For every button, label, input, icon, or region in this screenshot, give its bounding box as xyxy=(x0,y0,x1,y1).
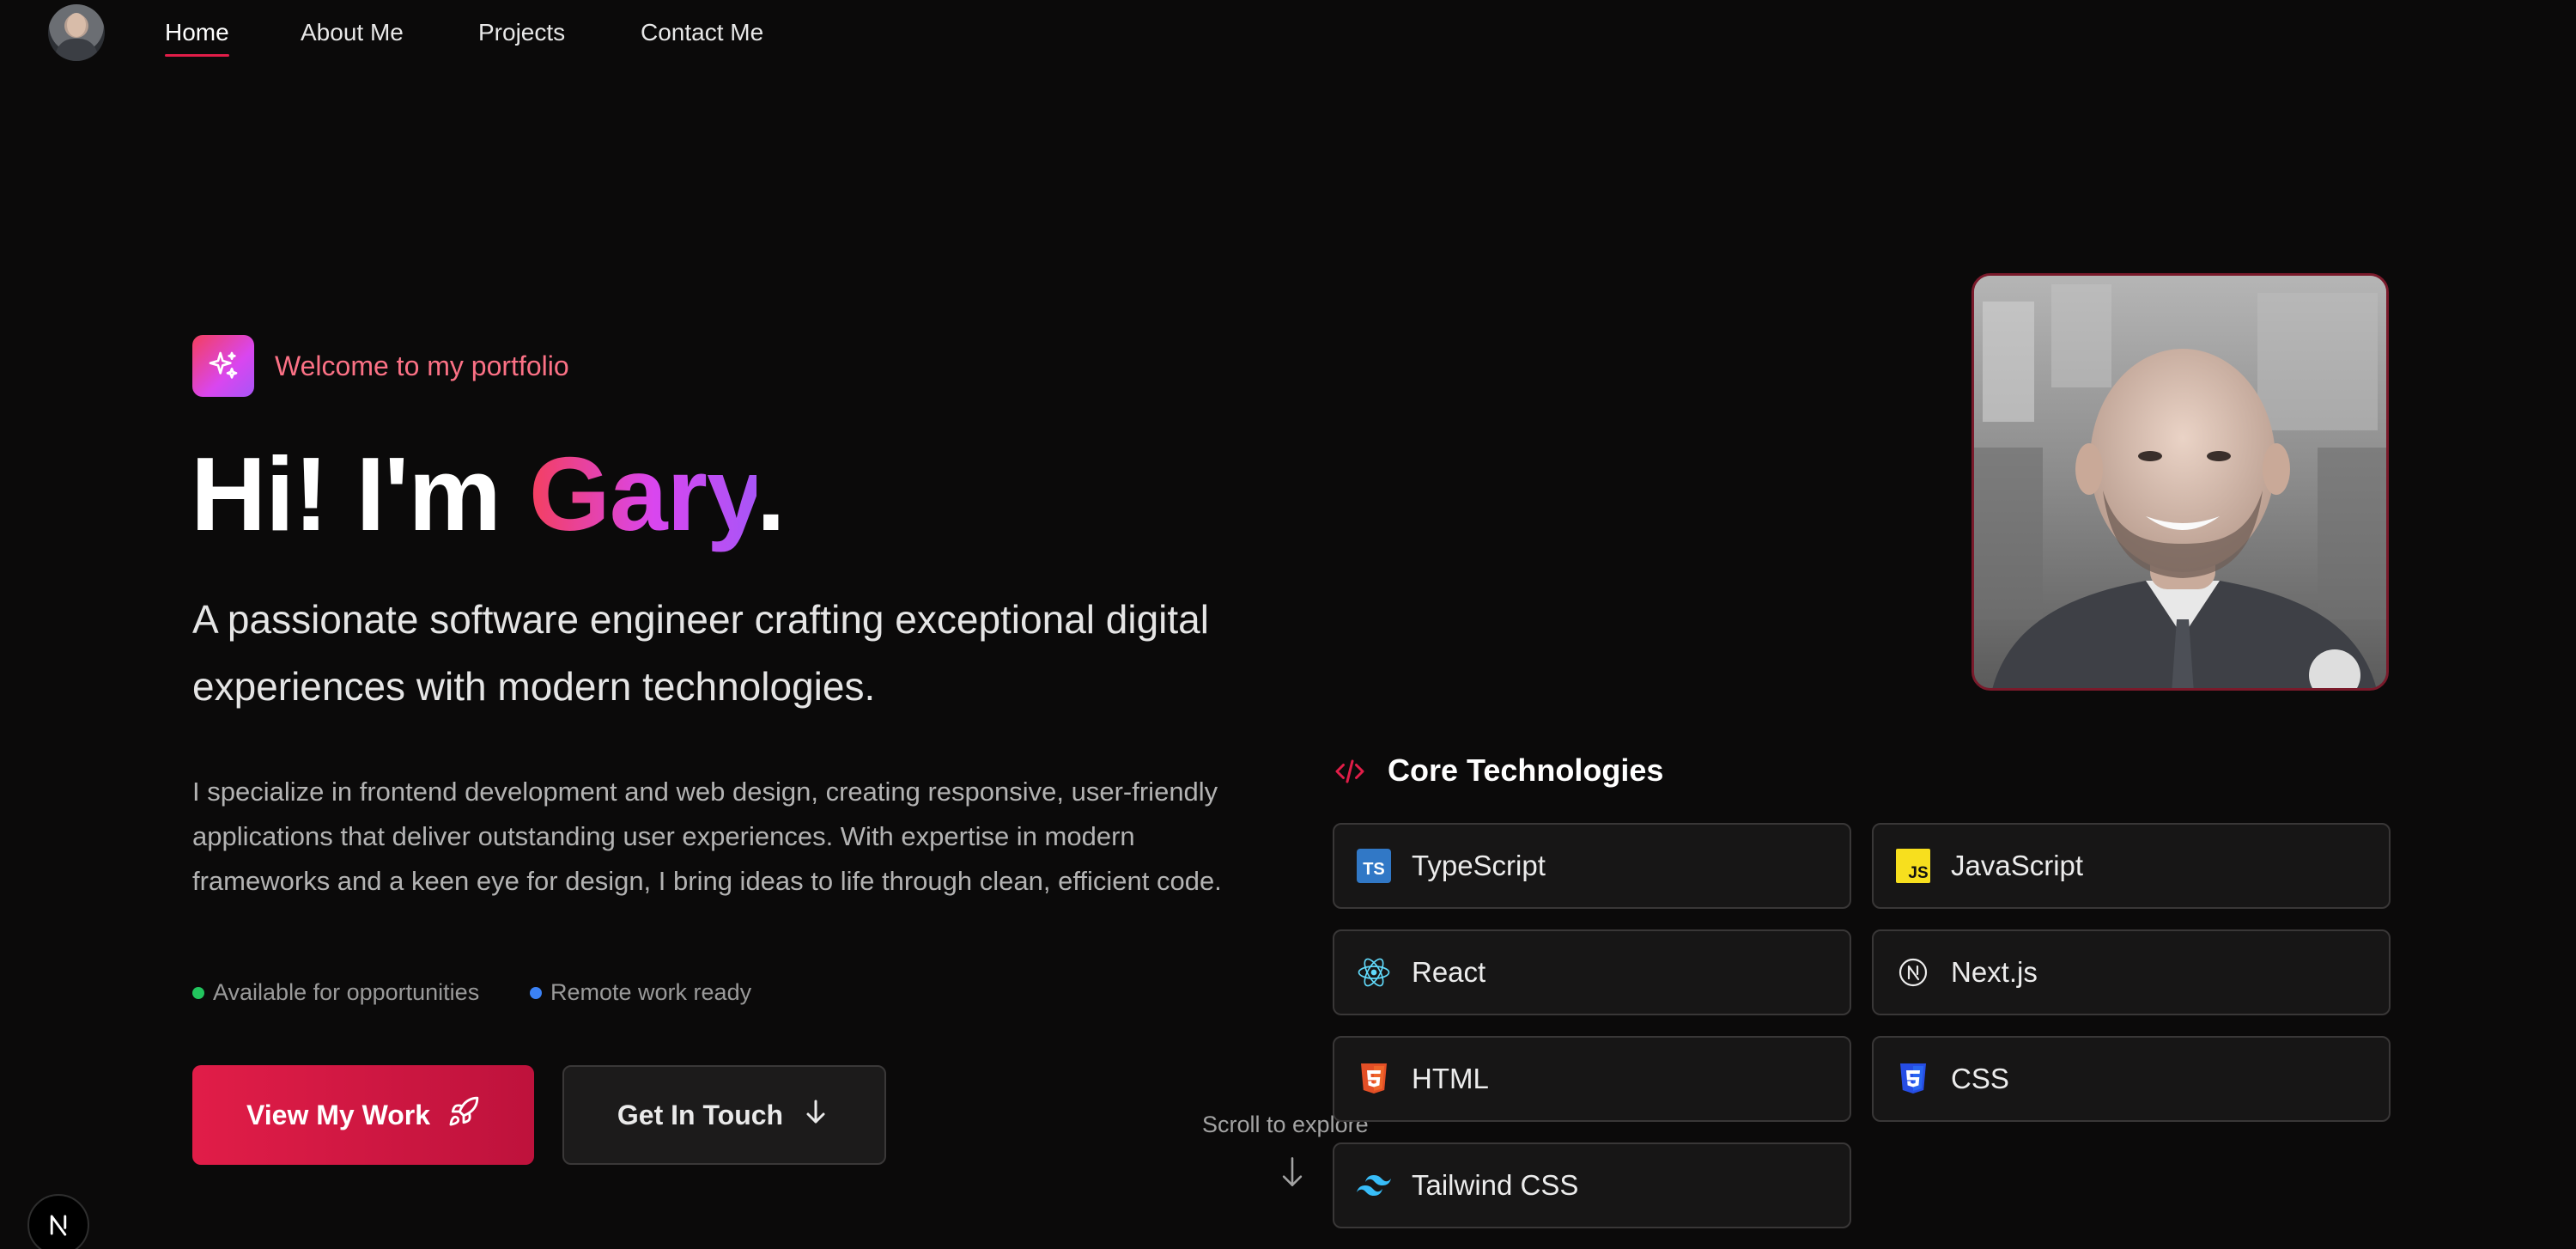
tech-card-html[interactable]: HTML xyxy=(1333,1036,1851,1122)
nextjs-icon xyxy=(1896,955,1930,990)
html5-icon xyxy=(1357,1062,1391,1096)
javascript-icon: JS xyxy=(1896,849,1930,883)
hero-period: . xyxy=(756,436,786,552)
tech-card-typescript[interactable]: TS TypeScript xyxy=(1333,823,1851,909)
nextjs-dev-badge[interactable] xyxy=(27,1194,89,1249)
profile-photo xyxy=(1971,273,2389,691)
tech-label: CSS xyxy=(1951,1063,2009,1094)
greeting-text: Hi! I'm xyxy=(191,436,529,552)
scroll-down-icon[interactable] xyxy=(1278,1155,1307,1193)
tech-card-react[interactable]: React xyxy=(1333,929,1851,1015)
hero-name: Gary xyxy=(528,436,757,552)
hero-bio: I specialize in frontend development and… xyxy=(192,777,1222,896)
status-remote-label: Remote work ready xyxy=(550,979,752,1005)
typescript-icon: TS xyxy=(1357,849,1391,883)
svg-text:TS: TS xyxy=(1363,860,1385,879)
sparkles-icon xyxy=(192,335,254,397)
tech-label: JavaScript xyxy=(1951,850,2084,881)
react-icon xyxy=(1357,955,1391,990)
nav-link-contact[interactable]: Contact Me xyxy=(641,19,763,46)
tech-label: React xyxy=(1412,956,1486,988)
nav-link-projects[interactable]: Projects xyxy=(478,19,565,46)
get-in-touch-label: Get In Touch xyxy=(617,1099,784,1130)
view-my-work-button[interactable]: View My Work xyxy=(192,1065,534,1165)
rocket-icon xyxy=(447,1095,480,1135)
hero-title: Hi! I'm Gary. xyxy=(191,430,786,558)
code-icon xyxy=(1333,756,1367,791)
tech-label: Next.js xyxy=(1951,956,2038,988)
nav-link-about[interactable]: About Me xyxy=(301,19,404,46)
svg-text:JS: JS xyxy=(1908,864,1928,882)
tech-label: HTML xyxy=(1412,1063,1489,1094)
core-technologies-title: Core Technologies xyxy=(1388,752,1664,788)
status-remote: Remote work ready xyxy=(530,979,751,1006)
view-my-work-label: View My Work xyxy=(246,1099,430,1130)
tech-card-javascript[interactable]: JS JavaScript xyxy=(1872,823,2391,909)
tech-card-css[interactable]: CSS xyxy=(1872,1036,2391,1122)
tech-label: TypeScript xyxy=(1412,850,1546,881)
tech-label: Tailwind CSS xyxy=(1412,1169,1579,1201)
green-dot-icon xyxy=(192,986,204,999)
tailwind-icon xyxy=(1357,1168,1391,1203)
hero-subtitle: A passionate software engineer crafting … xyxy=(192,597,1209,709)
tech-card-tailwind[interactable]: Tailwind CSS xyxy=(1333,1142,1851,1228)
top-nav: Home About Me Projects Contact Me xyxy=(0,0,2576,70)
arrow-down-icon xyxy=(800,1096,831,1134)
css3-icon xyxy=(1896,1062,1930,1096)
get-in-touch-button[interactable]: Get In Touch xyxy=(562,1065,886,1165)
status-available: Available for opportunities xyxy=(192,979,479,1006)
blue-dot-icon xyxy=(530,986,542,999)
tech-card-nextjs[interactable]: Next.js xyxy=(1872,929,2391,1015)
nav-avatar[interactable] xyxy=(48,4,105,61)
nav-link-home[interactable]: Home xyxy=(165,19,229,57)
welcome-text: Welcome to my portfolio xyxy=(275,350,569,381)
status-available-label: Available for opportunities xyxy=(213,979,480,1005)
